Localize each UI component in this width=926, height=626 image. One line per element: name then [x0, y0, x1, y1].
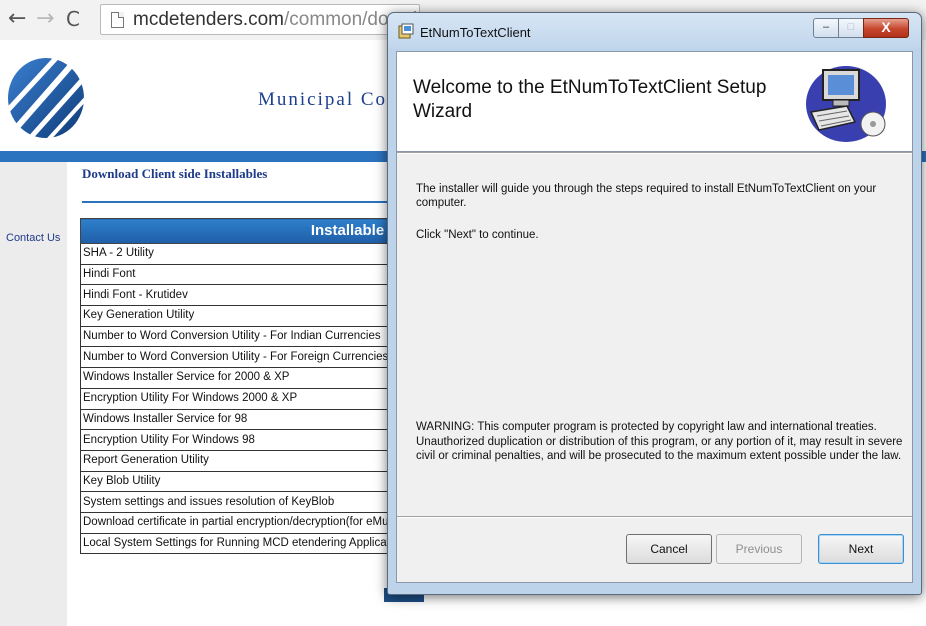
table-row[interactable]: Download certificate in partial encrypti… [79, 511, 407, 534]
previous-button[interactable]: Previous [716, 534, 802, 564]
screenshot-root: { "browser": { "back_icon": "←", "forwar… [0, 0, 926, 626]
table-row[interactable]: Encryption Utility For Windows 2000 & XP [79, 387, 407, 410]
wizard-body: The installer will guide you through the… [396, 151, 913, 583]
contact-us-link[interactable]: Contact Us [6, 232, 60, 244]
table-header: Installable N [79, 218, 407, 244]
table-row[interactable]: Report Generation Utility [79, 449, 407, 472]
installer-window: EtNumToTextClient – □ X Welcome to the E… [387, 12, 922, 595]
table-row[interactable]: SHA - 2 Utility [79, 243, 407, 265]
table-row[interactable]: Number to Word Conversion Utility - For … [79, 325, 407, 348]
table-row[interactable]: Local System Settings for Running MCD et… [79, 532, 407, 555]
next-button[interactable]: Next [818, 534, 904, 564]
table-row[interactable]: Key Generation Utility [79, 305, 407, 327]
header-divider [397, 152, 912, 154]
wizard-header: Welcome to the EtNumToTextClient Setup W… [396, 51, 913, 151]
table-row[interactable]: Windows Installer Service for 98 [79, 408, 407, 431]
title-bar[interactable]: EtNumToTextClient – □ X [388, 13, 921, 49]
table-row[interactable]: Hindi Font - Krutidev [79, 284, 407, 307]
url-host: mcdetenders.com [133, 9, 285, 30]
intro-text: The installer will guide you through the… [416, 183, 877, 209]
cancel-button[interactable]: Cancel [626, 534, 712, 564]
section-title: Download Client side Installables [82, 166, 268, 181]
table-row[interactable]: Hindi Font [79, 263, 407, 286]
installables-table: Installable N SHA - 2 Utility Hindi Font… [79, 218, 407, 555]
table-row[interactable]: Encryption Utility For Windows 98 [79, 429, 407, 451]
address-bar[interactable]: mcdetenders.com/common/downlo [100, 4, 428, 35]
copyright-warning: WARNING: This computer program is protec… [416, 421, 903, 462]
table-row[interactable]: Windows Installer Service for 2000 & XP [79, 367, 407, 389]
installer-app-icon [398, 23, 414, 39]
section-divider [82, 201, 402, 203]
wizard-heading: Welcome to the EtNumToTextClient Setup W… [413, 77, 767, 122]
logo [6, 54, 88, 140]
page-icon [111, 12, 124, 28]
table-row[interactable]: Key Blob Utility [79, 470, 407, 493]
continue-instruction: Click "Next" to continue. [416, 229, 539, 241]
back-arrow-icon[interactable]: ← [8, 8, 26, 30]
window-title: EtNumToTextClient [420, 25, 531, 40]
table-row[interactable]: Number to Word Conversion Utility - For … [79, 346, 407, 369]
table-row[interactable]: System settings and issues resolution of… [79, 491, 407, 513]
site-title: Municipal Co [258, 89, 388, 110]
url-text[interactable]: mcdetenders.com/common/downlo [133, 9, 428, 31]
footer-divider [397, 516, 912, 518]
minimize-button[interactable]: – [813, 18, 839, 38]
setup-computer-graphic [806, 66, 886, 142]
close-button[interactable]: X [863, 18, 909, 38]
reload-icon[interactable]: C [66, 8, 80, 30]
maximize-button[interactable]: □ [838, 18, 864, 38]
forward-arrow-icon[interactable]: → [36, 8, 54, 30]
